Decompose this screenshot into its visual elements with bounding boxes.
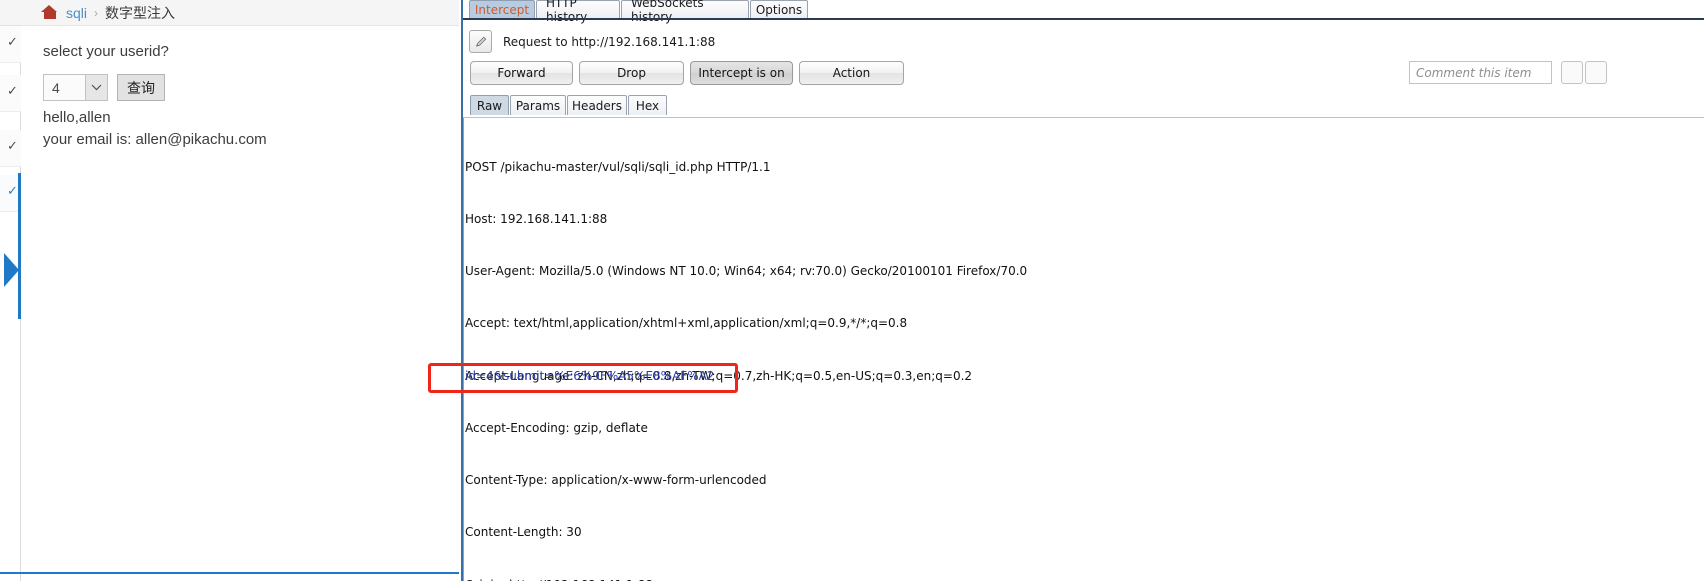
comment-input[interactable]: Comment this item	[1409, 61, 1552, 84]
breadcrumb-current: 数字型注入	[105, 4, 176, 21]
check-icon: ✓	[7, 83, 18, 98]
result-email: your email is: allen@pikachu.com	[43, 131, 267, 148]
editor-gutter	[463, 118, 464, 581]
header-origin: Origin: http://192.168.141.1:88	[465, 577, 1027, 581]
action-button[interactable]: Action	[799, 61, 904, 85]
result-greeting: hello,allen	[43, 109, 111, 126]
breadcrumb-separator: ›	[94, 5, 99, 20]
subtab-headers[interactable]: Headers	[567, 95, 627, 115]
drop-button[interactable]: Drop	[579, 61, 684, 85]
tab-intercept[interactable]: Intercept	[469, 0, 535, 19]
tabstrip-underline	[463, 18, 1705, 20]
header-accept: Accept: text/html,application/xhtml+xml,…	[465, 316, 908, 331]
breadcrumb: sqli › 数字型注入	[21, 0, 462, 26]
forward-button[interactable]: Forward	[470, 61, 573, 85]
query-submit-button[interactable]: 查询	[117, 74, 165, 101]
breadcrumb-link-sqli[interactable]: sqli	[66, 5, 87, 21]
check-icon: ✓	[7, 34, 18, 49]
request-body-text: id=4&submit=%E6%9F%A5%E8%AF%A2	[465, 369, 715, 383]
proxy-tabstrip: Intercept HTTP history WebSockets histor…	[463, 0, 1705, 24]
rail-header	[0, 0, 21, 26]
header-content-type: Content-Type: application/x-www-form-url…	[465, 473, 767, 488]
userid-select[interactable]: 4	[43, 74, 86, 101]
request-target-label: Request to http://192.168.141.1:88	[503, 34, 716, 49]
page-bottom-accent	[0, 572, 462, 574]
request-headers-text: POST /pikachu-master/vul/sqli/sqli_id.ph…	[465, 124, 1027, 581]
burp-suite-window: Intercept HTTP history WebSockets histor…	[428, 0, 1705, 581]
header-host: Host: 192.168.141.1:88	[465, 212, 608, 227]
highlight-color-button[interactable]	[1561, 61, 1583, 84]
subtab-hex[interactable]: Hex	[628, 95, 667, 115]
raw-request-editor[interactable]: POST /pikachu-master/vul/sqli/sqli_id.ph…	[428, 117, 1705, 581]
request-line: POST /pikachu-master/vul/sqli/sqli_id.ph…	[465, 159, 771, 174]
header-accept-encoding: Accept-Encoding: gzip, deflate	[465, 420, 648, 435]
rail-item-3[interactable]: ✓	[0, 130, 21, 167]
browser-pane: ✓ ✓ ✓ ✓ sqli › 数字型注入 select your userid?	[0, 0, 462, 581]
userid-form: 4 查询	[43, 74, 462, 101]
intercept-toggle-button[interactable]: Intercept is on	[690, 61, 793, 85]
subtab-params[interactable]: Params	[510, 95, 566, 115]
rail-item-1[interactable]: ✓	[0, 26, 21, 63]
comment-overflow-button[interactable]	[1585, 61, 1607, 84]
header-user-agent: User-Agent: Mozilla/5.0 (Windows NT 10.0…	[465, 264, 1028, 279]
page-content: select your userid? 4 查询 hello,allen you…	[21, 26, 462, 148]
pencil-icon[interactable]	[469, 30, 492, 53]
check-icon: ✓	[7, 138, 18, 153]
tab-websockets-history[interactable]: WebSockets history	[621, 0, 749, 24]
rail-active-indicator	[18, 173, 21, 319]
caret-right-icon	[4, 253, 19, 287]
header-content-length: Content-Length: 30	[465, 525, 582, 540]
page-title: select your userid?	[43, 43, 169, 60]
page-side-rail: ✓ ✓ ✓ ✓	[0, 0, 21, 581]
home-icon[interactable]	[41, 5, 58, 20]
subtab-raw[interactable]: Raw	[470, 95, 509, 115]
chevron-down-icon[interactable]	[86, 74, 108, 101]
screen: ✓ ✓ ✓ ✓ sqli › 数字型注入 select your userid?	[0, 0, 1705, 581]
rail-item-2[interactable]: ✓	[0, 75, 21, 112]
request-header-row: Request to http://192.168.141.1:88	[469, 30, 715, 53]
tab-options[interactable]: Options	[750, 0, 808, 19]
tab-http-history[interactable]: HTTP history	[536, 0, 620, 24]
